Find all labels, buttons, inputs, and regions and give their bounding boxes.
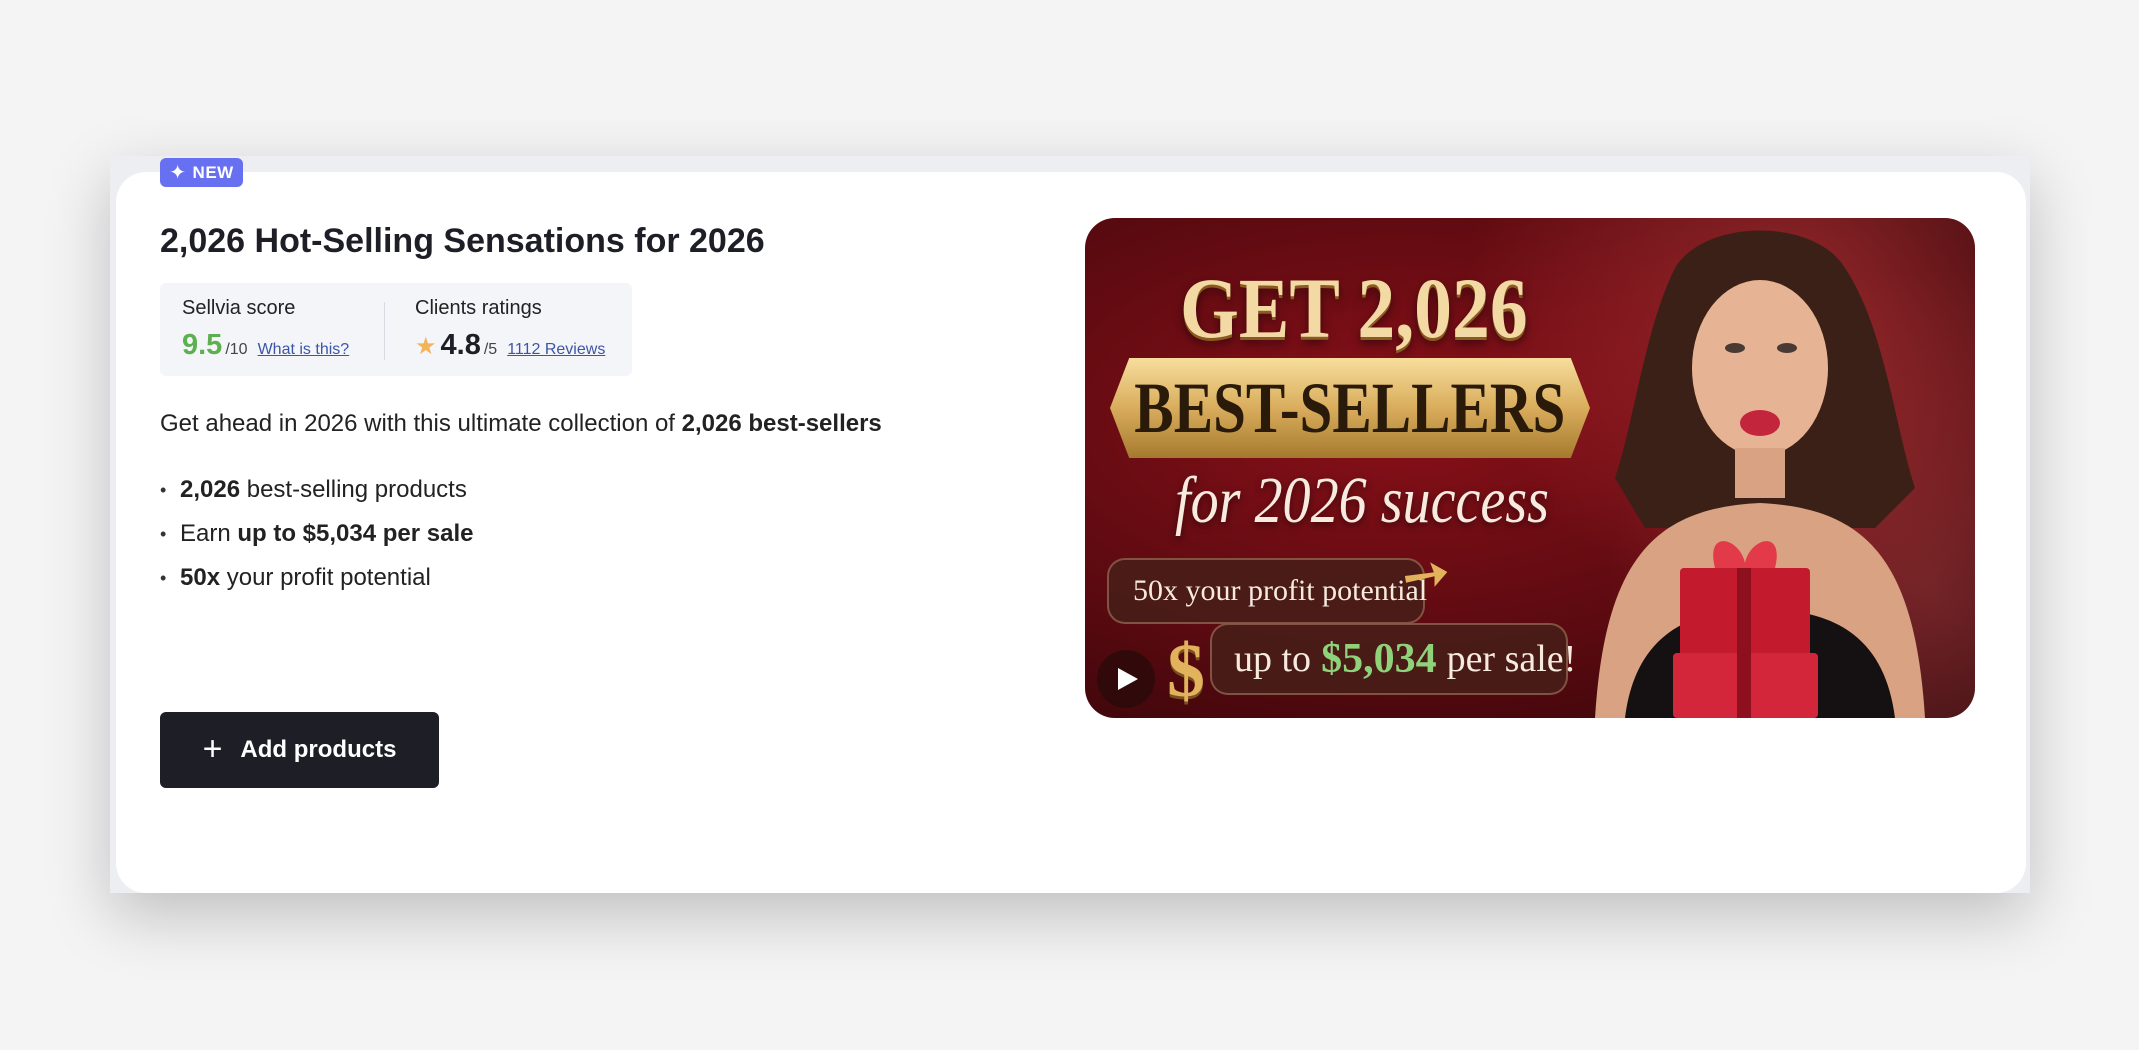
bullet-bold: 2,026 — [180, 476, 241, 503]
play-button[interactable] — [1097, 650, 1155, 708]
sellvia-score-label: Sellvia score — [182, 297, 296, 319]
earnings-suffix: per sale! — [1446, 638, 1577, 680]
benefits-list: • 2,026 best-selling products • Earn up to… — [160, 470, 473, 602]
sellvia-score-row: 9.5 /10 What is this? — [182, 329, 349, 362]
earnings-amount: $5,034 — [1321, 636, 1437, 682]
sellvia-score-value: 9.5 — [182, 329, 223, 361]
banner-headline-2: BEST-SELLERS — [1134, 367, 1566, 448]
what-is-this-link[interactable]: What is this? — [258, 341, 350, 359]
sparkle-icon: ✦ — [169, 161, 187, 184]
play-icon — [1118, 668, 1138, 690]
list-item: • Earn up to $5,034 per sale — [160, 514, 473, 558]
bullet-text: Earn — [180, 520, 238, 547]
scores-panel: Sellvia score 9.5 /10 What is this? Clie… — [160, 283, 632, 376]
bullet-text: best-selling products — [240, 476, 467, 503]
add-products-button[interactable]: + Add products — [160, 712, 439, 788]
banner-headline-1: GET 2,026 — [1180, 260, 1528, 356]
bullet-bold: up to $5,034 per sale — [237, 520, 474, 547]
banner-earnings-pill: up to $5,034 per sale! — [1210, 623, 1576, 695]
plus-icon: + — [202, 729, 223, 768]
clients-rating-max: /5 — [483, 341, 498, 358]
woman-with-gift-image — [1595, 230, 1925, 718]
list-item: • 50x your profit potential — [160, 558, 473, 602]
scores-divider — [384, 302, 385, 360]
banner-headline-3: for 2026 success — [1175, 464, 1549, 537]
reviews-link[interactable]: 1112 Reviews — [507, 341, 605, 359]
bullet-icon: • — [160, 524, 167, 544]
new-badge: ✦ NEW — [160, 158, 243, 187]
bullet-bold: 50x — [180, 564, 221, 591]
promo-video-banner[interactable]: GET 2,026 BEST-SELLERS for 2026 success … — [1085, 218, 1975, 718]
promo-title: 2,026 Hot-Selling Sensations for 2026 — [160, 222, 765, 260]
description-bold: 2,026 best-sellers — [681, 410, 882, 437]
clients-rating-value: 4.8 — [440, 329, 481, 361]
clients-rating-label: Clients ratings — [415, 297, 542, 319]
list-item: • 2,026 best-selling products — [160, 470, 473, 514]
description-text: Get ahead in 2026 with this ultimate col… — [160, 410, 682, 437]
add-products-label: Add products — [240, 736, 397, 763]
promo-description: Get ahead in 2026 with this ultimate col… — [160, 410, 882, 438]
banner-profit-pill: 50x your profit potential — [1107, 558, 1427, 624]
earnings-prefix: up to — [1234, 638, 1312, 680]
new-badge-label: NEW — [192, 162, 234, 182]
sellvia-score-max: /10 — [225, 341, 248, 358]
clients-rating-row: ★ 4.8 /5 1112 Reviews — [415, 329, 605, 362]
bullet-icon: • — [160, 480, 167, 500]
banner-plaque: BEST-SELLERS — [1110, 358, 1590, 458]
bullet-text: your profit potential — [220, 564, 431, 591]
dollar-icon: $ — [1167, 629, 1205, 713]
bullet-icon: • — [160, 568, 167, 588]
star-icon: ★ — [415, 333, 437, 360]
